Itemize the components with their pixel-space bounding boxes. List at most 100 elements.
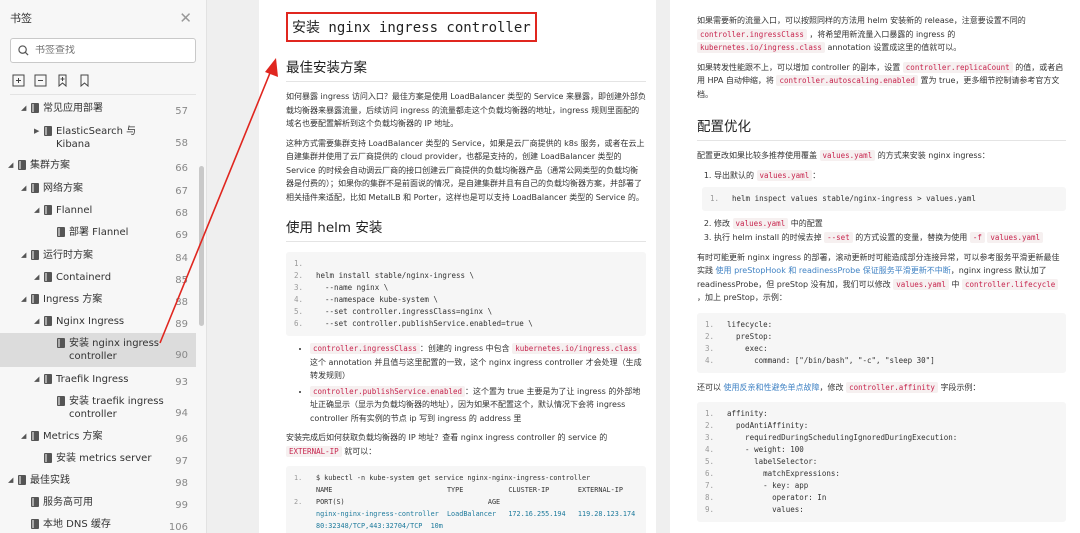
bookmark-icon [31,294,39,304]
inline-code: values.yaml [819,150,876,161]
paragraph: 如何暴露 ingress 访问入口？最佳方案是使用 LoadBalancer 类… [286,92,646,128]
text: 还可以 [697,382,721,392]
code-block-lifecycle: 1. lifecycle: 2. preStop: 3. exec: 4. comman… [697,312,1066,373]
expand-arrow-icon[interactable]: ◢ [21,251,26,259]
sidebar-item[interactable]: ◢ Ingress 方案 88 [0,289,196,310]
expand-arrow-icon[interactable]: ◢ [34,206,39,214]
link-prestop[interactable]: 使用 preStopHook 和 readinessProbe 保证服务平滑更新… [716,266,951,275]
text: ，修改 [819,382,844,392]
search-input[interactable] [35,45,175,56]
sidebar-item-page: 94 [175,408,188,419]
inline-code: values.yaml [732,217,789,229]
inline-code: kubernetes.io/ingress.class [512,343,641,354]
bookmark-icon [44,126,52,136]
paragraph: 如果转发性能跟不上，可以增加 controller 的副本，设置 control… [697,61,1066,102]
sidebar-item[interactable]: 本地 DNS 缓存 106 [0,514,196,533]
sidebar-item[interactable]: ◢ 最佳实践 98 [0,470,196,491]
expand-arrow-icon[interactable]: ◢ [21,432,26,440]
expand-all-icon[interactable] [12,72,25,87]
expand-arrow-icon[interactable]: ◢ [21,295,26,303]
sidebar-item[interactable]: 安装 nginx ingress controller 90 [0,333,196,367]
bookmark-icon [44,453,52,463]
link-anti-affinity[interactable]: 使用反亲和性避免单点故障 [724,383,820,392]
code-line: nginx-nginx-ingress-controller LoadBalan… [316,510,636,518]
sidebar-scrollbar[interactable] [199,166,204,326]
sidebar-item[interactable]: 部署 Flannel 69 [0,222,196,243]
text: 这个 annotation 并且值与这里配置的一致，这个 nginx ingre… [310,357,642,381]
sidebar-header: 书签 ✕ [0,0,206,36]
sidebar-item[interactable]: ◢ 网络方案 67 [0,178,196,199]
sidebar-item-page: 106 [168,522,188,533]
collapse-all-icon[interactable] [34,72,47,87]
sidebar-item-label: 最佳实践 [30,475,70,486]
sidebar-item-page: 84 [175,253,188,264]
sidebar-item[interactable]: ▶ ElasticSearch 与 Kibana 58 [0,121,196,155]
bookmark-icon [31,183,39,193]
sidebar-item[interactable]: ◢ 集群方案 66 [0,155,196,176]
code-line: 3. --name nginx \ [294,283,389,292]
bookmark-icon[interactable] [78,72,91,88]
code-block-service: 1. $ kubectl -n kube-system get service n… [286,466,646,533]
sidebar-item-label: ElasticSearch 与 Kibana [56,126,137,150]
heading-best-install: 最佳安装方案 [286,56,646,82]
sidebar-item[interactable]: 服务高可用 99 [0,492,196,513]
inline-code: --set [824,231,853,243]
expand-arrow-icon[interactable]: ◢ [8,476,13,484]
text: ：创建的 ingress 中包含 [419,344,510,353]
sidebar-item-page: 89 [175,319,188,330]
text: ： [812,170,821,180]
sidebar-item-page: 99 [175,500,188,511]
text: 导出默认的 [714,170,754,180]
bookmark-search[interactable] [10,38,196,63]
sidebar-item[interactable]: 安装 traefik ingress controller 94 [0,391,196,425]
sidebar-item[interactable]: ◢ Metrics 方案 96 [0,426,196,447]
text: 就可以： [344,446,377,456]
code-line: 3. exec: [705,343,768,353]
sidebar-title: 书签 [10,12,32,25]
expand-arrow-icon[interactable]: ◢ [21,104,26,112]
sidebar-item-page: 97 [175,456,188,467]
code-line: helm inspect values stable/nginx-ingress… [732,193,976,203]
inline-code: controller.publishService.enabled [310,385,466,397]
paragraph: 有时可能更新 nginx ingress 的部署，滚动更新时可能造成部分连接异常… [697,251,1066,305]
search-icon [18,45,29,56]
sidebar-item[interactable]: ◢ Nginx Ingress 89 [0,311,196,332]
sidebar-item-label: 安装 nginx ingress controller [69,338,160,362]
bookmark-icon [44,272,52,282]
sidebar-item[interactable]: ◢ Containerd 85 [0,267,196,288]
code-line: 1. $ kubectl -n kube-system get service n… [294,474,591,482]
code-line: 80:32348/TCP,443:32704/TCP 10m [316,522,443,530]
bookmark-icon [31,497,39,507]
bookmark-icon [18,160,26,170]
code-line: 2. PORT(S) AGE [294,498,501,506]
sidebar-item[interactable]: 安装 metrics server 97 [0,448,196,469]
bookmark-icon [31,519,39,529]
expand-arrow-icon[interactable]: ◢ [34,273,39,281]
code-line: 6. matchExpressions: [705,469,840,478]
expand-arrow-icon[interactable]: ◢ [34,317,39,325]
add-bookmark-icon[interactable] [56,72,69,88]
code-line: 2. helm install stable/nginx-ingress \ [294,271,475,280]
list-item: 执行 helm install 的时候去掉 --set 的方式设置的变量，替换为… [714,231,1066,245]
inline-code: controller.ingressClass [697,28,807,40]
inline-code: EXTERNAL-IP [286,445,342,457]
bookmark-icon [44,205,52,215]
expand-arrow-icon[interactable]: ◢ [21,184,26,192]
steps-list: 导出默认的 values.yaml： 1.helm inspect values… [697,169,1066,245]
page-gutter [207,0,259,533]
sidebar-item[interactable]: ◢ Traefik Ingress 93 [0,369,196,390]
sidebar-item-page: 66 [175,163,188,174]
expand-arrow-icon[interactable]: ◢ [8,161,13,169]
paragraph: 这种方式需要集群支持 LoadBalancer 类型的 Service，如果是云… [286,138,645,202]
sidebar-item-page: 96 [175,434,188,445]
sidebar-item-page: 68 [175,208,188,219]
sidebar-item[interactable]: ◢ 常见应用部署 57 [0,98,196,119]
paragraph: 还可以 使用反亲和性避免单点故障，修改 controller.affinity … [697,381,1066,395]
close-icon[interactable]: ✕ [179,9,192,27]
expand-arrow-icon[interactable]: ◢ [34,375,39,383]
bookmark-icon [44,374,52,384]
sidebar-item[interactable]: ◢ Flannel 68 [0,200,196,221]
expand-arrow-icon[interactable]: ▶ [34,127,39,135]
sidebar-item[interactable]: ◢ 运行时方案 84 [0,245,196,266]
text: ，将希望用新流量入口暴露的 ingress 的 [809,29,956,39]
